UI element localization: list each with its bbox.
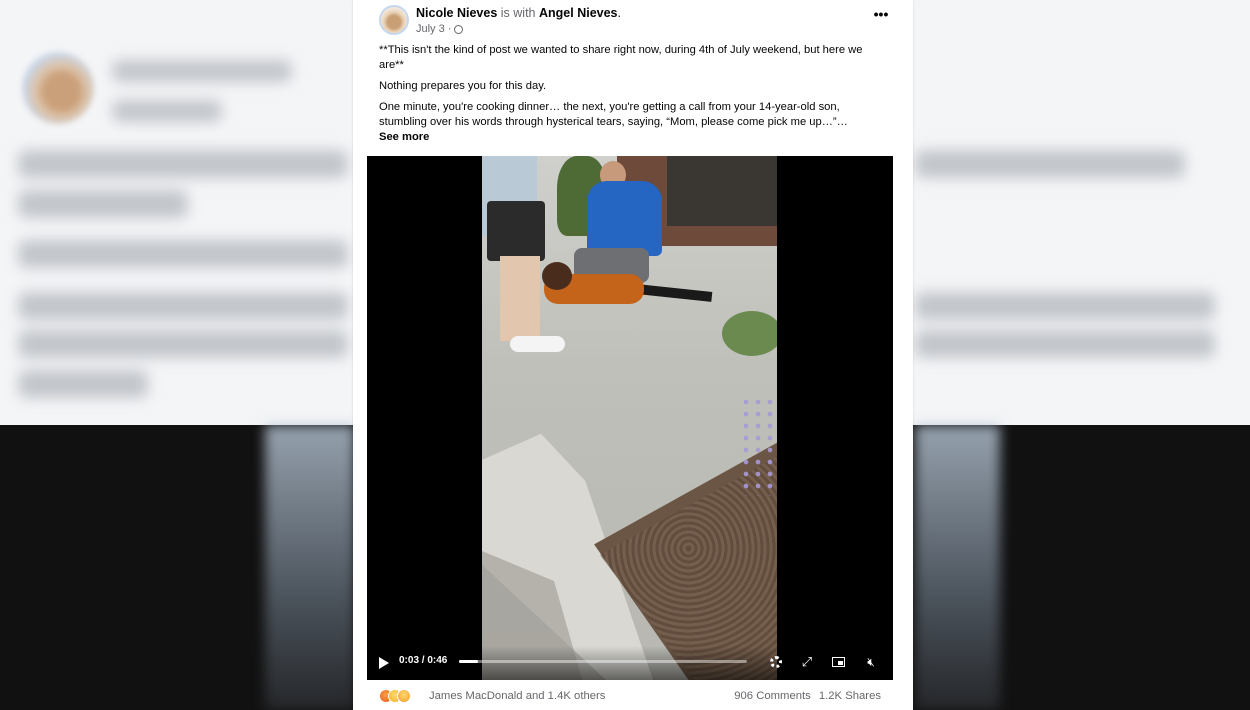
shares-count[interactable]: 1.2K Shares (819, 690, 881, 702)
video-bush (722, 311, 777, 356)
author-line: Nicole Nieves is with Angel Nieves. (416, 6, 621, 20)
video-player[interactable]: 0:03 / 0:46 ⤢ 🔇︎ (367, 156, 893, 680)
video-person-legs (500, 256, 540, 341)
post-card: Nicole Nieves is with Angel Nieves. July… (353, 0, 913, 710)
post-footer: James MacDonald and 1.4K others 906 Comm… (379, 687, 881, 707)
post-text: **This isn't the kind of post we wanted … (379, 43, 879, 145)
video-person-shorts (487, 201, 545, 261)
post-date[interactable]: July 3 (416, 23, 445, 35)
more-options-button[interactable]: ••• (869, 7, 893, 25)
meta-separator: · (447, 23, 452, 35)
play-icon[interactable] (379, 657, 389, 669)
expand-icon[interactable]: ⤢ (799, 654, 815, 670)
blurred-text-line (915, 330, 1215, 358)
post-meta: July 3 · (416, 23, 464, 35)
tagged-person[interactable]: Angel Nieves (539, 6, 618, 20)
blurred-text-line (112, 60, 292, 82)
video-progress-fill (459, 660, 478, 663)
blurred-video-edge (915, 425, 1000, 710)
engagement-counts: 906 Comments 1.2K Shares (734, 690, 881, 702)
author-avatar[interactable] (379, 5, 409, 35)
globe-icon (454, 24, 464, 34)
blurred-text-line (18, 190, 188, 218)
video-progress-bar[interactable] (459, 660, 747, 663)
blurred-video-edge (265, 425, 355, 710)
video-boy-head (542, 262, 572, 290)
post-header: Nicole Nieves is with Angel Nieves. July… (379, 5, 893, 41)
blurred-text-line (18, 370, 148, 398)
post-paragraph: Nothing prepares you for this day. (379, 80, 547, 92)
video-man (587, 181, 662, 256)
reaction-names[interactable]: James MacDonald and 1.4K others (429, 690, 605, 702)
video-frame (482, 156, 777, 680)
blurred-avatar (22, 52, 94, 124)
picture-in-picture-icon[interactable] (831, 654, 847, 670)
blurred-text-line (112, 100, 222, 122)
speaker-muted-icon[interactable]: 🔇︎ (863, 654, 879, 670)
care-icon (397, 689, 411, 703)
author-name[interactable]: Nicole Nieves (416, 6, 497, 20)
blurred-text-line (915, 150, 1185, 178)
post-paragraph: **This isn't the kind of post we wanted … (379, 44, 863, 71)
video-window (667, 156, 777, 226)
blurred-text-line (915, 292, 1215, 320)
is-with-text: is with (500, 6, 536, 20)
video-person-shoes (510, 336, 565, 352)
reaction-icons[interactable] (379, 689, 411, 703)
gear-icon[interactable] (768, 654, 784, 670)
video-controls: 0:03 / 0:46 ⤢ 🔇︎ (367, 646, 893, 680)
see-more-link[interactable]: See more (379, 130, 879, 145)
video-flowers (740, 396, 777, 496)
blurred-text-line (18, 240, 348, 268)
blurred-text-line (18, 150, 348, 178)
video-boy-legs (636, 284, 713, 302)
blurred-text-line (18, 292, 348, 320)
post-paragraph: One minute, you're cooking dinner… the n… (379, 101, 848, 128)
period: . (617, 6, 621, 20)
video-time: 0:03 / 0:46 (399, 655, 448, 666)
comments-count[interactable]: 906 Comments (734, 690, 811, 702)
blurred-text-line (18, 330, 348, 358)
